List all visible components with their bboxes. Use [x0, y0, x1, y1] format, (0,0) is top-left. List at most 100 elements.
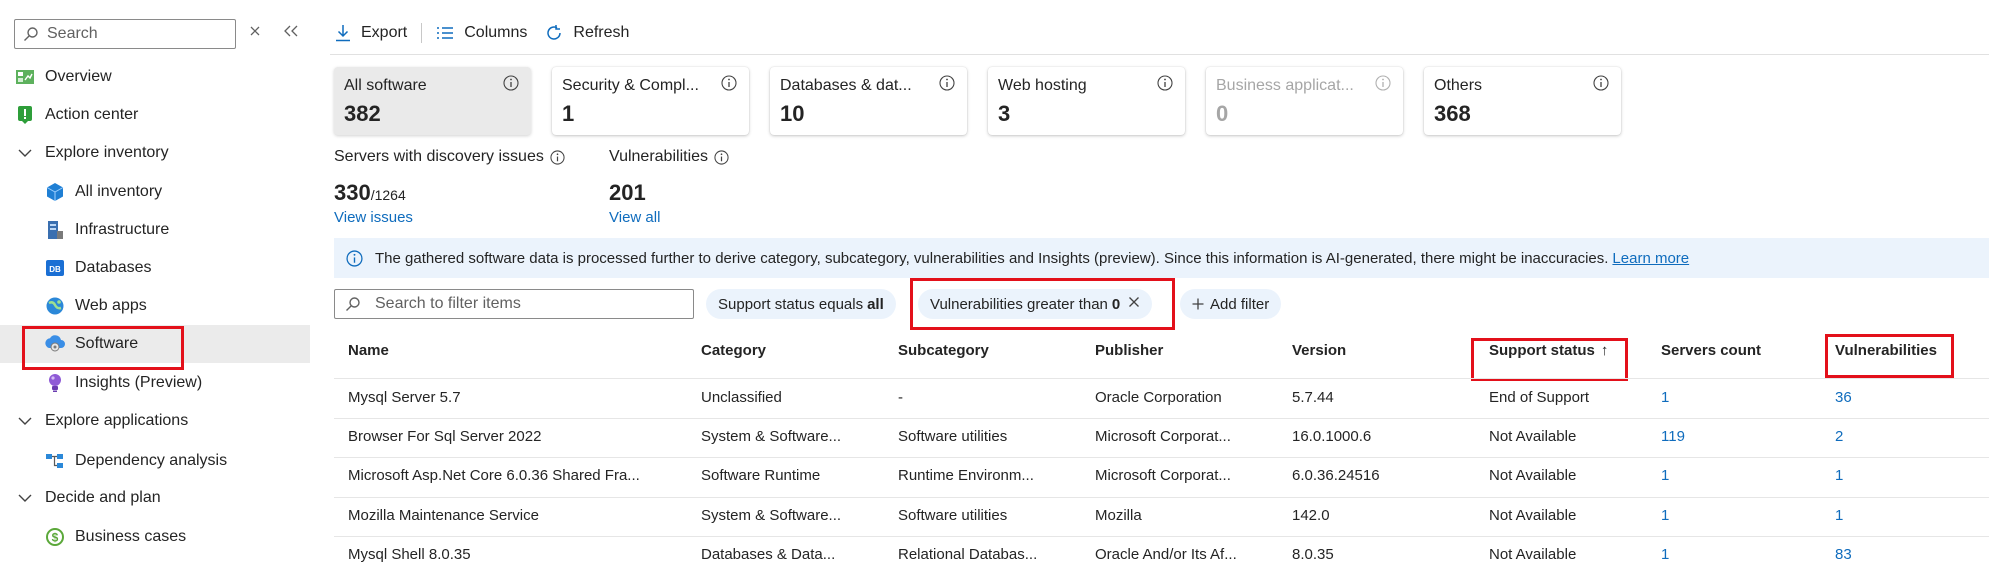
toolbar-separator — [421, 23, 423, 43]
column-header-name[interactable]: Name — [348, 342, 389, 359]
sidebar-group-decide-and-plan[interactable]: Decide and plan — [0, 479, 310, 517]
view-issues-link[interactable]: View issues — [334, 209, 413, 226]
column-header-vulnerabilities[interactable]: Vulnerabilities — [1835, 342, 1937, 359]
info-icon — [1157, 75, 1173, 91]
sidebar-item-web-apps[interactable]: Web apps — [0, 287, 310, 325]
cell-publisher: Microsoft Corporat... — [1095, 467, 1231, 484]
card-title: Databases & dat... — [780, 77, 912, 94]
sidebar-item-label: Software — [75, 335, 139, 352]
cell-category: Unclassified — [701, 389, 782, 406]
cell-support-status: Not Available — [1489, 467, 1577, 484]
filter-pill-text: Support status equals — [718, 295, 864, 313]
sidebar-item-insights[interactable]: Insights (Preview) — [0, 364, 310, 402]
cell-servers-count-link[interactable]: 1 — [1661, 467, 1669, 484]
cell-subcategory: Runtime Environm... — [898, 467, 1034, 484]
software-icon — [45, 334, 65, 354]
header-row-divider — [334, 378, 1989, 379]
filter-search-input[interactable]: Search to filter items — [334, 289, 694, 319]
column-header-version[interactable]: Version — [1292, 342, 1346, 359]
column-header-support-status[interactable]: Support status ↑ — [1489, 342, 1608, 359]
cell-category: Software Runtime — [701, 467, 821, 484]
sidebar-group-explore-inventory[interactable]: Explore inventory — [0, 134, 310, 172]
card-security-compliance[interactable]: Security & Compl... 1 — [552, 67, 749, 135]
svg-text:$: $ — [52, 531, 59, 545]
cell-vulnerabilities-link[interactable]: 1 — [1835, 507, 1843, 524]
card-others[interactable]: Others 368 — [1424, 67, 1621, 135]
remove-filter-icon[interactable] — [1128, 295, 1140, 313]
chevron-down-icon — [15, 417, 35, 426]
card-count: 382 — [344, 101, 381, 126]
sidebar-search-input[interactable]: Search — [14, 19, 236, 49]
cell-publisher: Mozilla — [1095, 507, 1142, 524]
vulnerabilities-label-text: Vulnerabilities — [609, 148, 709, 165]
coin-icon: $ — [45, 527, 65, 547]
sidebar-search-placeholder: Search — [47, 25, 98, 42]
learn-more-link[interactable]: Learn more — [1612, 250, 1689, 267]
sidebar-item-label: Infrastructure — [75, 221, 170, 238]
info-icon[interactable] — [714, 149, 729, 165]
sidebar-item-databases[interactable]: DB Databases — [0, 249, 310, 287]
column-header-servers-count[interactable]: Servers count — [1661, 342, 1761, 359]
overview-icon — [15, 67, 35, 87]
servers-label-text: Servers with discovery issues — [334, 148, 544, 165]
cell-vulnerabilities-link[interactable]: 1 — [1835, 467, 1843, 484]
cell-category: System & Software... — [701, 428, 842, 445]
column-header-category[interactable]: Category — [701, 342, 766, 359]
vulnerabilities-value: 201 — [609, 180, 646, 205]
cell-servers-count-link[interactable]: 1 — [1661, 507, 1669, 524]
row-divider — [334, 418, 1989, 419]
cell-version: 142.0 — [1292, 507, 1330, 524]
columns-button[interactable]: Columns — [436, 24, 527, 42]
refresh-label: Refresh — [573, 24, 630, 41]
cell-name: Mysql Server 5.7 — [348, 389, 461, 406]
sidebar-item-software[interactable]: Software — [0, 325, 310, 363]
cell-vulnerabilities-link[interactable]: 36 — [1835, 389, 1852, 406]
view-all-link[interactable]: View all — [609, 209, 660, 226]
card-all-software[interactable]: All software 382 — [334, 67, 531, 135]
cell-subcategory: Software utilities — [898, 507, 1008, 524]
refresh-button[interactable]: Refresh — [545, 24, 629, 42]
globe-icon — [45, 296, 65, 316]
filter-pill-vulnerabilities[interactable]: Vulnerabilities greater than 0 — [918, 289, 1153, 319]
cell-vulnerabilities-link[interactable]: 2 — [1835, 428, 1843, 445]
sidebar-item-label: Databases — [75, 259, 152, 276]
sidebar-item-action-center[interactable]: Action center — [0, 96, 310, 134]
add-filter-button[interactable]: Add filter — [1180, 289, 1282, 319]
info-message-bar: The gathered software data is processed … — [334, 238, 1989, 278]
column-header-subcategory[interactable]: Subcategory — [898, 342, 989, 359]
cell-name: Microsoft Asp.Net Core 6.0.36 Shared Fra… — [348, 467, 640, 484]
cell-servers-count-link[interactable]: 1 — [1661, 389, 1669, 406]
cell-subcategory: - — [898, 389, 903, 406]
cell-name: Mozilla Maintenance Service — [348, 507, 539, 524]
filter-pill-support-status[interactable]: Support status equals all — [706, 289, 896, 319]
sidebar-item-business-cases[interactable]: $ Business cases — [0, 518, 310, 556]
card-web-hosting[interactable]: Web hosting 3 — [988, 67, 1185, 135]
clear-search-icon[interactable] — [248, 22, 262, 43]
database-icon: DB — [45, 258, 65, 278]
row-divider — [334, 497, 1989, 498]
card-count: 0 — [1216, 101, 1229, 126]
collapse-sidebar-icon[interactable] — [283, 22, 299, 43]
cell-version: 6.0.36.24516 — [1292, 467, 1380, 484]
cell-servers-count-link[interactable]: 119 — [1661, 428, 1685, 445]
sidebar-item-label: Dependency analysis — [75, 452, 228, 469]
export-button[interactable]: Export — [335, 24, 407, 42]
cell-category: System & Software... — [701, 507, 842, 524]
info-icon — [939, 75, 955, 91]
info-icon[interactable] — [550, 149, 565, 165]
filter-pill-value: 0 — [1111, 295, 1121, 313]
sidebar-item-label: Insights (Preview) — [75, 374, 203, 391]
sidebar-item-label: Overview — [45, 68, 112, 85]
info-icon — [346, 249, 363, 267]
card-count: 10 — [780, 101, 805, 126]
sidebar-item-infrastructure[interactable]: Infrastructure — [0, 211, 310, 249]
sidebar-item-dependency-analysis[interactable]: Dependency analysis — [0, 442, 310, 480]
card-business-applications: Business applicat... 0 — [1206, 67, 1403, 135]
card-databases[interactable]: Databases & dat... 10 — [770, 67, 967, 135]
sidebar-item-label: Business cases — [75, 528, 187, 545]
column-header-publisher[interactable]: Publisher — [1095, 342, 1163, 359]
sidebar-item-all-inventory[interactable]: All inventory — [0, 173, 310, 211]
sidebar-group-explore-applications[interactable]: Explore applications — [0, 402, 310, 440]
cell-publisher: Microsoft Corporat... — [1095, 428, 1231, 445]
sidebar-item-overview[interactable]: Overview — [0, 58, 310, 96]
